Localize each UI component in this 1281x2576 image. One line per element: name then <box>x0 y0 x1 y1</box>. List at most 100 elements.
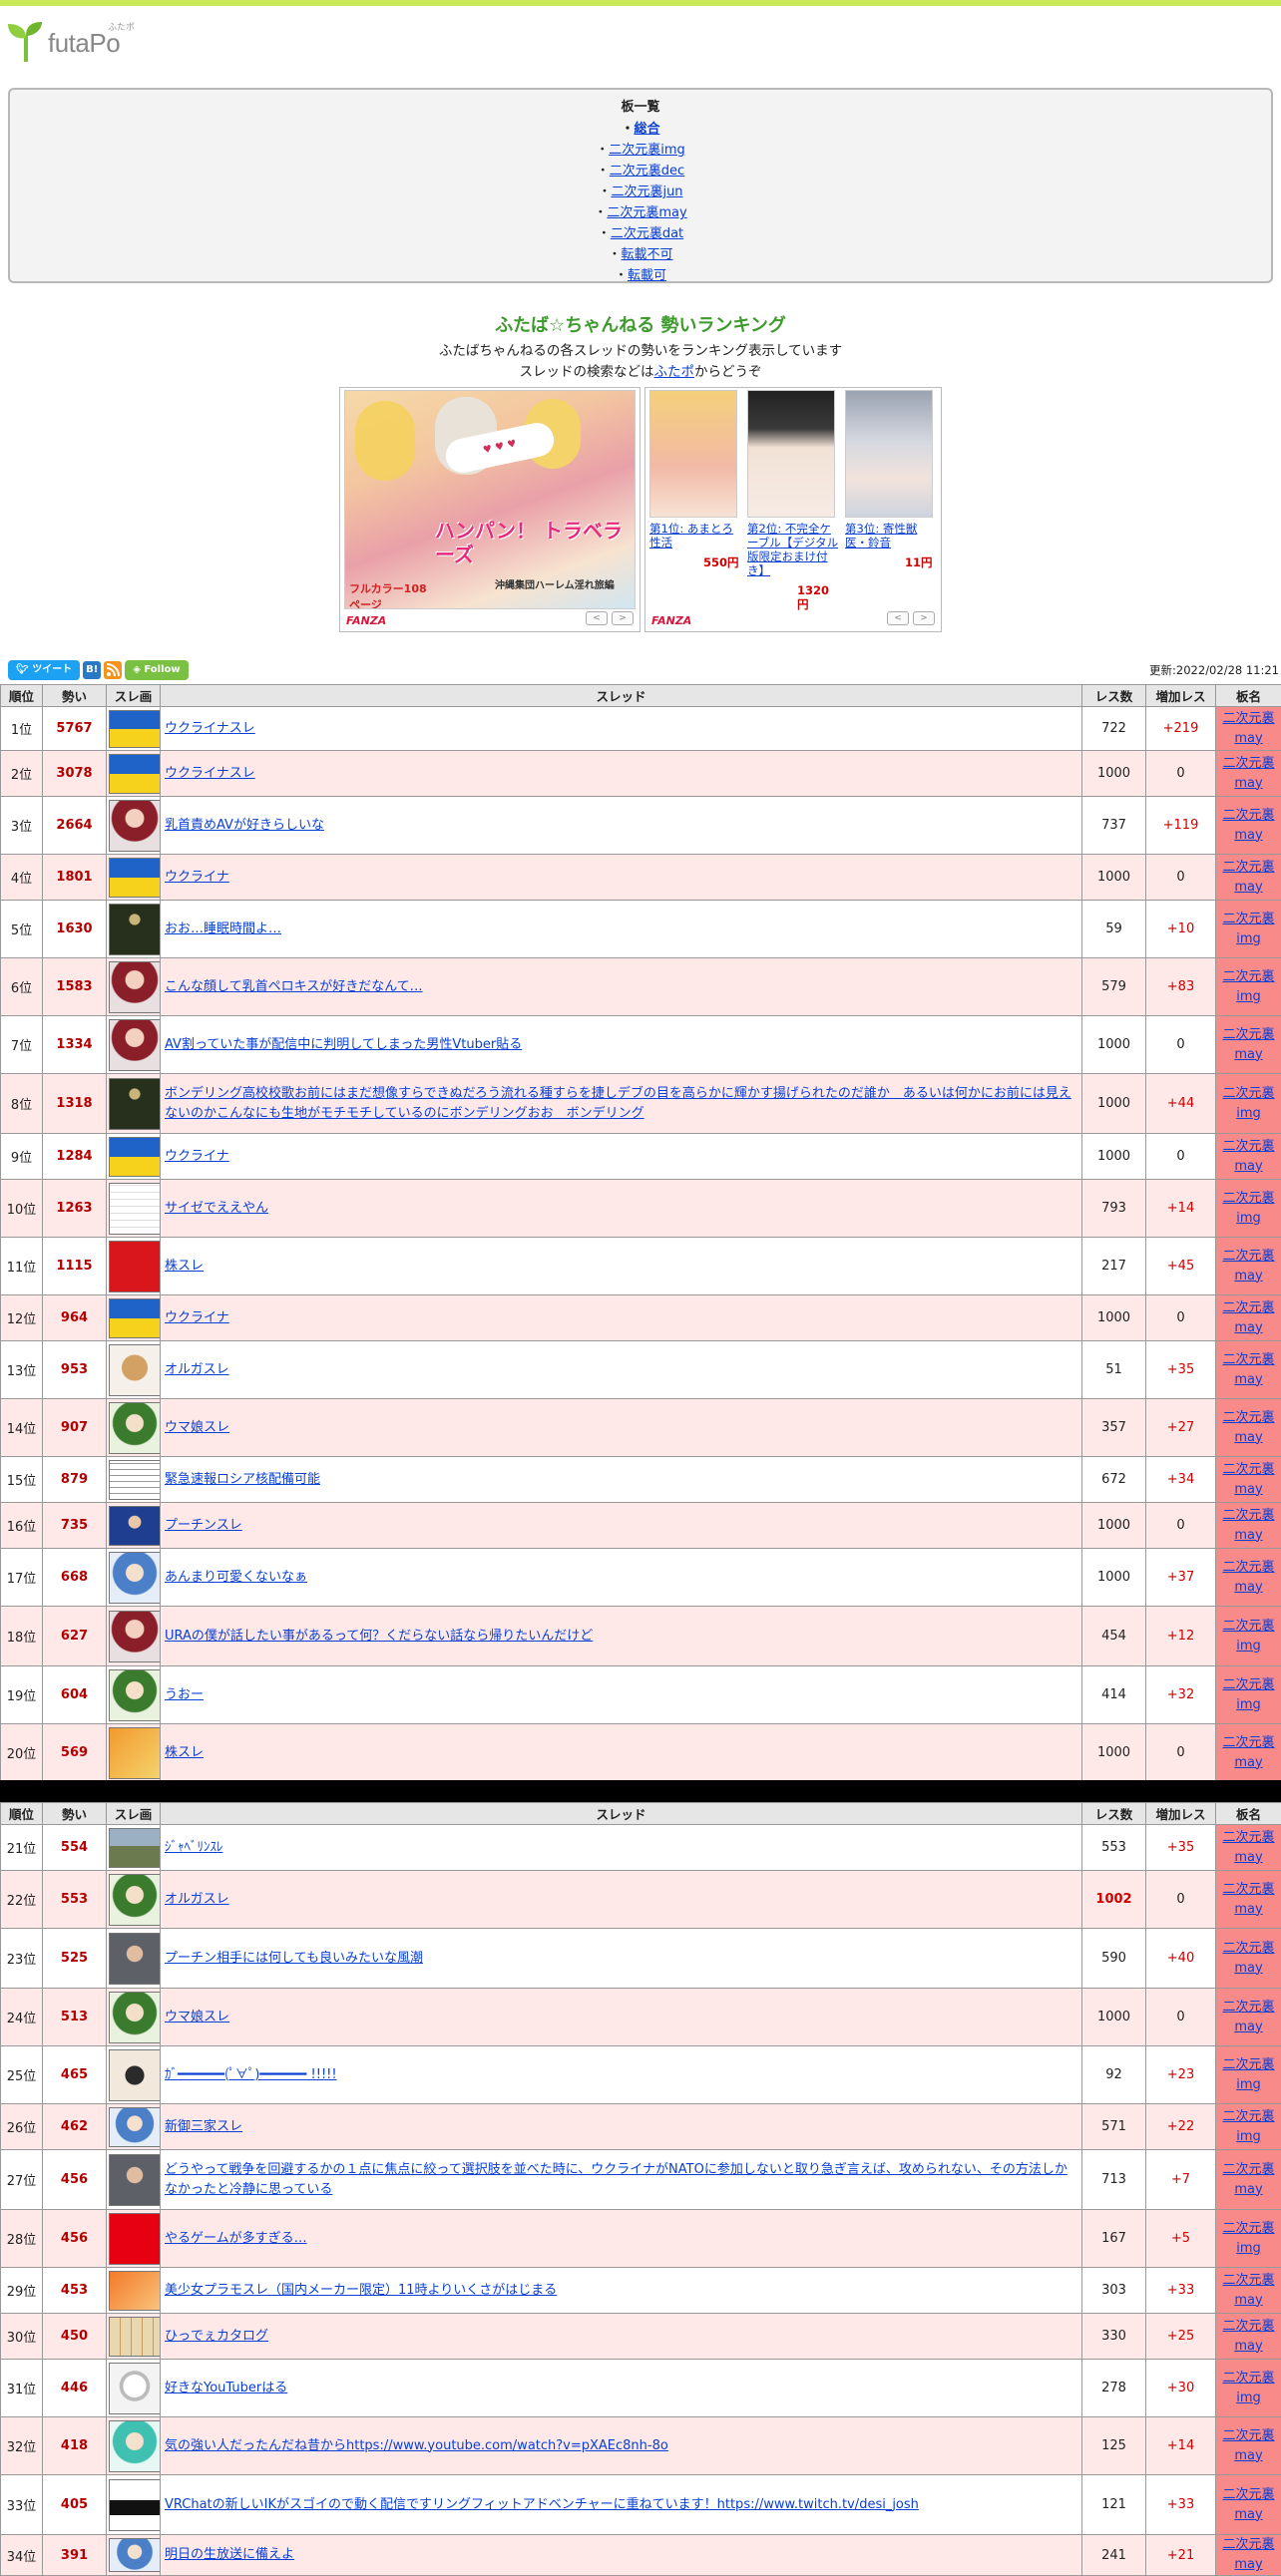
thread-link[interactable]: ｶﾞ━━━━━━(ﾟ∀ﾟ)━━━━━━ !!!!! <box>165 2067 337 2082</box>
thumbnail-cell[interactable] <box>107 1724 161 1782</box>
thread-link[interactable]: ボンデリング高校校歌お前にはまだ想像すらできぬだろう流れる種すらを捷しデブの目を… <box>165 1086 1071 1121</box>
thumbnail-cell[interactable] <box>107 901 161 958</box>
thumbnail-cell[interactable] <box>107 1341 161 1399</box>
thumbnail-cell[interactable] <box>107 2535 161 2576</box>
site-logo[interactable]: futaPo ふたポ <box>4 18 154 68</box>
board-name-link[interactable]: 二次元裏may <box>1222 1508 1274 1543</box>
board-name-link[interactable]: 二次元裏may <box>1222 2162 1274 2197</box>
board-name-link[interactable]: 二次元裏may <box>1222 2428 1274 2463</box>
thumbnail-cell[interactable] <box>107 1929 161 1989</box>
thumbnail-cell[interactable] <box>107 1503 161 1549</box>
thread-link[interactable]: 好きなYouTuberはる <box>165 2381 287 2395</box>
thumbnail-cell[interactable] <box>107 2150 161 2210</box>
board-name-link[interactable]: 二次元裏may <box>1222 1560 1274 1595</box>
thread-thumbnail[interactable] <box>109 2538 161 2572</box>
board-name-link[interactable]: 二次元裏may <box>1222 1249 1274 1284</box>
thread-thumbnail[interactable] <box>109 858 161 898</box>
ad-banner-1[interactable]: ♥ ♥ ♥ ハンパン！ トラベラーズ 沖縄集団ハーレム淫れ旅編 フルカラー108… <box>339 387 640 632</box>
board-name-link[interactable]: 二次元裏may <box>1222 2487 1274 2522</box>
board-name-link[interactable]: 二次元裏img <box>1222 912 1274 946</box>
board-name-link[interactable]: 二次元裏may <box>1222 711 1274 746</box>
thread-link[interactable]: AV割っていた事が配信中に判明してしまった男性Vtuber貼る <box>165 1037 522 1052</box>
thumbnail-cell[interactable] <box>107 1399 161 1457</box>
thumbnail-cell[interactable] <box>107 1549 161 1607</box>
thread-link[interactable]: 株スレ <box>165 1259 204 1274</box>
thread-thumbnail[interactable] <box>109 1241 161 1292</box>
thread-link[interactable]: URAの僕が話したい事があるって何？くだらない話なら帰りたいんだけど <box>165 1629 593 1644</box>
thumbnail-cell[interactable] <box>107 1607 161 1666</box>
thread-link[interactable]: 美少女プラモスレ（国内メーカー限定）11時よりいくさがはじまる <box>165 2283 557 2298</box>
tweet-button[interactable]: 🐦︎ ツイート <box>8 660 80 680</box>
thumbnail-cell[interactable] <box>107 2314 161 2360</box>
thumbnail-cell[interactable] <box>107 2360 161 2417</box>
thumbnail-cell[interactable] <box>107 751 161 797</box>
board-name-link[interactable]: 二次元裏img <box>1222 1677 1274 1712</box>
ad-1-next-button[interactable]: > <box>612 611 634 625</box>
thread-link[interactable]: 株スレ <box>165 1745 204 1760</box>
thumbnail-cell[interactable] <box>107 1074 161 1134</box>
thread-link[interactable]: オルガスレ <box>165 1362 229 1377</box>
thumbnail-cell[interactable] <box>107 707 161 751</box>
board-name-link[interactable]: 二次元裏img <box>1222 1619 1274 1654</box>
ad-banner-2[interactable]: 第1位: あまとろ性活 550円 第2位: 不完全ケーブル【デジタル版限定おまけ… <box>644 387 942 632</box>
board-name-link[interactable]: 二次元裏img <box>1222 2109 1274 2144</box>
board-link[interactable]: 二次元裏dat <box>611 226 683 241</box>
thread-link[interactable]: プーチン相手には何しても良いみたいな風潮 <box>165 1951 423 1966</box>
thread-thumbnail[interactable] <box>109 1078 161 1130</box>
thumbnail-cell[interactable] <box>107 2417 161 2475</box>
thumbnail-cell[interactable] <box>107 1457 161 1503</box>
futapo-link[interactable]: ふたポ <box>654 364 695 380</box>
thread-thumbnail[interactable] <box>109 2420 161 2472</box>
thumbnail-cell[interactable] <box>107 1295 161 1341</box>
thread-thumbnail[interactable] <box>109 710 161 748</box>
board-name-link[interactable]: 二次元裏may <box>1222 1941 1274 1976</box>
thumbnail-cell[interactable] <box>107 1825 161 1871</box>
thread-thumbnail[interactable] <box>109 1344 161 1396</box>
thread-thumbnail[interactable] <box>109 1137 161 1177</box>
ad-2-item-1-image[interactable] <box>649 390 737 518</box>
board-link[interactable]: 転載可 <box>628 268 666 283</box>
thread-link[interactable]: ウクライナスレ <box>165 766 255 781</box>
feedly-follow-button[interactable]: ◈ Follow <box>125 660 188 680</box>
thread-thumbnail[interactable] <box>109 2049 161 2101</box>
ad-2-item-3-image[interactable] <box>845 390 933 518</box>
thread-thumbnail[interactable] <box>109 1933 161 1985</box>
thread-thumbnail[interactable] <box>109 1460 161 1500</box>
thumbnail-cell[interactable] <box>107 1180 161 1238</box>
thumbnail-cell[interactable] <box>107 2210 161 2268</box>
hatena-bookmark-button[interactable]: B! <box>83 661 101 679</box>
thread-link[interactable]: 緊急速報ロシア核配備可能 <box>165 1472 320 1487</box>
board-name-link[interactable]: 二次元裏img <box>1222 1086 1274 1121</box>
thread-thumbnail[interactable] <box>109 800 161 852</box>
thread-link[interactable]: ウクライナ <box>165 870 229 885</box>
board-link[interactable]: 二次元裏dec <box>610 164 684 179</box>
thread-link[interactable]: プーチンスレ <box>165 1518 242 1533</box>
thread-thumbnail[interactable] <box>109 1506 161 1546</box>
board-name-link[interactable]: 二次元裏may <box>1222 1830 1274 1865</box>
board-name-link[interactable]: 二次元裏img <box>1222 2221 1274 2256</box>
board-name-link[interactable]: 二次元裏img <box>1222 969 1274 1004</box>
thread-link[interactable]: 新御三家スレ <box>165 2119 242 2134</box>
thread-thumbnail[interactable] <box>109 2363 161 2414</box>
board-name-link[interactable]: 二次元裏img <box>1222 1191 1274 1226</box>
thread-link[interactable]: ウクライナ <box>165 1149 229 1164</box>
board-name-link[interactable]: 二次元裏may <box>1222 860 1274 895</box>
board-name-link[interactable]: 二次元裏img <box>1222 2371 1274 2405</box>
thumbnail-cell[interactable] <box>107 958 161 1016</box>
board-name-link[interactable]: 二次元裏may <box>1222 2273 1274 2308</box>
board-name-link[interactable]: 二次元裏may <box>1222 1462 1274 1497</box>
thumbnail-cell[interactable] <box>107 2475 161 2535</box>
board-link[interactable]: 二次元裏img <box>609 143 685 158</box>
rss-icon[interactable] <box>104 661 122 679</box>
thread-thumbnail[interactable] <box>109 2317 161 2357</box>
thread-thumbnail[interactable] <box>109 1874 161 1926</box>
ad-2-next-button[interactable]: > <box>913 611 935 625</box>
thread-thumbnail[interactable] <box>109 1019 161 1071</box>
thread-thumbnail[interactable] <box>109 2107 161 2147</box>
thread-link[interactable]: ｼﾞｬﾍﾞﾘﾝｽﾚ <box>165 1840 223 1855</box>
ad-1-prev-button[interactable]: < <box>586 611 608 625</box>
board-name-link[interactable]: 二次元裏may <box>1222 2537 1274 2572</box>
thread-thumbnail[interactable] <box>109 904 161 955</box>
thread-link[interactable]: 乳首責めAVが好きらしいな <box>165 818 324 833</box>
thumbnail-cell[interactable] <box>107 797 161 855</box>
